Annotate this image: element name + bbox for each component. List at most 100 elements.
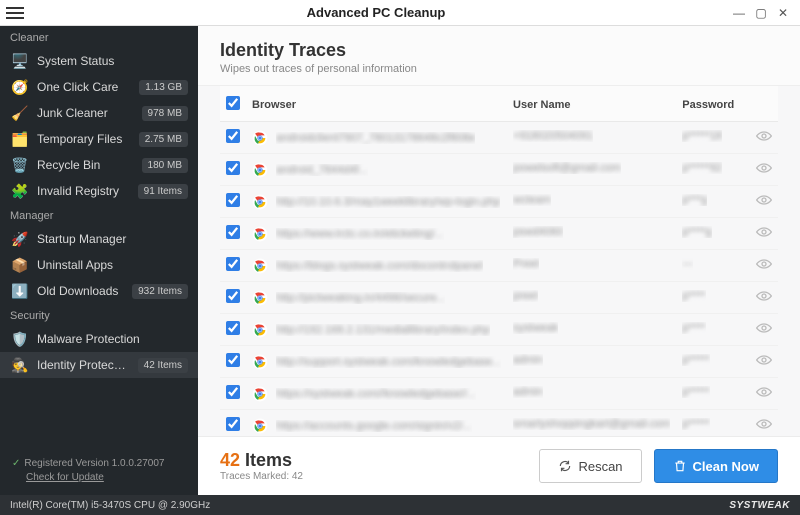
row-checkbox[interactable] bbox=[226, 385, 240, 399]
column-password: Password bbox=[676, 86, 748, 122]
row-checkbox[interactable] bbox=[226, 321, 240, 335]
table-row[interactable]: http://192.168.2.131/mediallibrary/index… bbox=[220, 314, 778, 346]
row-password: p**** bbox=[682, 290, 705, 302]
row-checkbox[interactable] bbox=[226, 417, 240, 431]
reveal-icon[interactable] bbox=[756, 386, 772, 398]
row-username: admin bbox=[513, 386, 543, 398]
row-checkbox[interactable] bbox=[226, 225, 240, 239]
row-password: p***** bbox=[682, 418, 710, 430]
table-row[interactable]: androidclient7907_78013178648c2f808e +918… bbox=[220, 122, 778, 154]
sidebar-item-icon: 🧭 bbox=[12, 79, 28, 95]
row-checkbox[interactable] bbox=[226, 289, 240, 303]
table-row[interactable]: https://blogs.systweak.com/docontrolpane… bbox=[220, 250, 778, 282]
row-checkbox[interactable] bbox=[226, 193, 240, 207]
sidebar-item-label: Identity Protection bbox=[37, 358, 129, 372]
row-username: systweak bbox=[513, 322, 558, 334]
sidebar-item-badge: 2.75 MB bbox=[139, 132, 188, 147]
refresh-icon bbox=[558, 459, 572, 473]
chrome-icon bbox=[252, 322, 268, 338]
row-username: wcteam bbox=[513, 194, 551, 206]
reveal-icon[interactable] bbox=[756, 290, 772, 302]
table-row[interactable]: android_7844d4f...powelsoft@gmail.comp**… bbox=[220, 154, 778, 186]
column-user: User Name bbox=[507, 86, 676, 122]
sidebar-group-label: Cleaner bbox=[0, 26, 198, 48]
table-row[interactable]: http://support.systweak.com/knowledgebas… bbox=[220, 346, 778, 378]
reveal-icon[interactable] bbox=[756, 322, 772, 334]
reveal-icon[interactable] bbox=[756, 130, 772, 142]
row-username: powelsoft@gmail.com bbox=[513, 162, 621, 174]
sidebar-item-icon: ⬇️ bbox=[12, 283, 28, 299]
trash-icon bbox=[673, 459, 687, 473]
sidebar-item-icon: 📦 bbox=[12, 257, 28, 273]
sidebar-item-label: Invalid Registry bbox=[37, 184, 129, 198]
row-username: +918020504091 bbox=[513, 130, 593, 142]
row-site: android_7844d4f... bbox=[276, 164, 368, 176]
table-row[interactable]: http://10.10.6.3/may1weeklibrary/wp-logi… bbox=[220, 186, 778, 218]
sidebar-item-badge: 1.13 GB bbox=[139, 80, 188, 95]
sidebar-item-startup-manager[interactable]: 🚀Startup Manager bbox=[0, 226, 198, 252]
sidebar-item-badge: 42 Items bbox=[138, 358, 188, 373]
row-checkbox[interactable] bbox=[226, 353, 240, 367]
row-username: preet bbox=[513, 290, 538, 302]
sidebar-item-system-status[interactable]: 🖥️System Status bbox=[0, 48, 198, 74]
table-row[interactable]: https://accounts.google.com/signin/v2/..… bbox=[220, 410, 778, 437]
sidebar-item-label: Malware Protection bbox=[37, 332, 188, 346]
sidebar-item-one-click-care[interactable]: 🧭 One Click Care 1.13 GB bbox=[0, 74, 198, 100]
reveal-icon[interactable] bbox=[756, 226, 772, 238]
sidebar-item-identity-protection[interactable]: 🕵️ Identity Protection 42 Items bbox=[0, 352, 198, 378]
menu-icon[interactable] bbox=[6, 7, 24, 19]
row-checkbox[interactable] bbox=[226, 257, 240, 271]
sidebar-item-label: One Click Care bbox=[37, 80, 130, 94]
row-password: p***** bbox=[682, 386, 710, 398]
window-title: Advanced PC Cleanup bbox=[24, 5, 728, 20]
minimize-button[interactable]: — bbox=[728, 4, 750, 22]
table-row[interactable]: https://systweak.com//knowledgebase//...… bbox=[220, 378, 778, 410]
select-all-checkbox[interactable] bbox=[226, 96, 240, 110]
row-username: pswd4060 bbox=[513, 226, 563, 238]
sidebar-item-icon: 🚀 bbox=[12, 231, 28, 247]
chrome-icon bbox=[252, 418, 268, 434]
count-number: 42 bbox=[220, 450, 240, 470]
row-site: http://192.168.2.131/mediallibrary/index… bbox=[276, 324, 490, 336]
reveal-icon[interactable] bbox=[756, 418, 772, 430]
sidebar-item-icon: 🧹 bbox=[12, 105, 28, 121]
sidebar-item-old-downloads[interactable]: ⬇️Old Downloads932 Items bbox=[0, 278, 198, 304]
check-for-update-link[interactable]: Check for Update bbox=[26, 469, 186, 487]
action-bar: 42 Items Traces Marked: 42 Rescan Clean … bbox=[198, 436, 800, 495]
row-site: androidclient7907_78013178648c2f808e bbox=[276, 132, 475, 144]
reveal-icon[interactable] bbox=[756, 354, 772, 366]
reveal-icon[interactable] bbox=[756, 258, 772, 270]
sidebar-item-badge: 180 MB bbox=[142, 158, 188, 173]
sidebar-item-icon: 🕵️ bbox=[12, 357, 28, 373]
sidebar-item-uninstall-apps[interactable]: 📦Uninstall Apps bbox=[0, 252, 198, 278]
sidebar-item-malware-protection[interactable]: 🛡️Malware Protection bbox=[0, 326, 198, 352]
row-checkbox[interactable] bbox=[226, 161, 240, 175]
reveal-icon[interactable] bbox=[756, 194, 772, 206]
row-password: p***** bbox=[682, 354, 710, 366]
sidebar-item-icon: 🧩 bbox=[12, 183, 28, 199]
sidebar-item-invalid-registry[interactable]: 🧩 Invalid Registry 91 Items bbox=[0, 178, 198, 204]
sidebar-item-junk-cleaner[interactable]: 🧹Junk Cleaner978 MB bbox=[0, 100, 198, 126]
chrome-icon bbox=[252, 162, 268, 178]
registered-version: Registered Version 1.0.0.27007 bbox=[24, 458, 164, 469]
column-browser: Browser bbox=[246, 86, 507, 122]
table-row[interactable]: http://pictweaking.in/4496/secure...pree… bbox=[220, 282, 778, 314]
maximize-button[interactable]: ▢ bbox=[750, 4, 772, 22]
sidebar-item-temporary-files[interactable]: 🗂️Temporary Files2.75 MB bbox=[0, 126, 198, 152]
brand-logo: SYSTWEAK bbox=[729, 500, 790, 511]
traces-table-wrap[interactable]: Browser User Name Password androidclient… bbox=[198, 86, 800, 436]
clean-now-button[interactable]: Clean Now bbox=[654, 449, 778, 483]
traces-table: Browser User Name Password androidclient… bbox=[220, 86, 778, 436]
count-word: Items bbox=[245, 450, 292, 470]
sidebar: Cleaner🖥️System Status 🧭 One Click Care 1.1… bbox=[0, 26, 198, 495]
close-button[interactable]: ✕ bbox=[772, 4, 794, 22]
row-site: https://www.irctc.co.in/eticketing/... bbox=[276, 228, 444, 240]
row-checkbox[interactable] bbox=[226, 129, 240, 143]
sidebar-item-label: Recycle Bin bbox=[37, 158, 133, 172]
sidebar-item-recycle-bin[interactable]: 🗑️Recycle Bin180 MB bbox=[0, 152, 198, 178]
rescan-button[interactable]: Rescan bbox=[539, 449, 641, 483]
sidebar-item-badge: 91 Items bbox=[138, 184, 188, 199]
sidebar-item-icon: 🗂️ bbox=[12, 131, 28, 147]
table-row[interactable]: https://www.irctc.co.in/eticketing/... ps… bbox=[220, 218, 778, 250]
reveal-icon[interactable] bbox=[756, 162, 772, 174]
